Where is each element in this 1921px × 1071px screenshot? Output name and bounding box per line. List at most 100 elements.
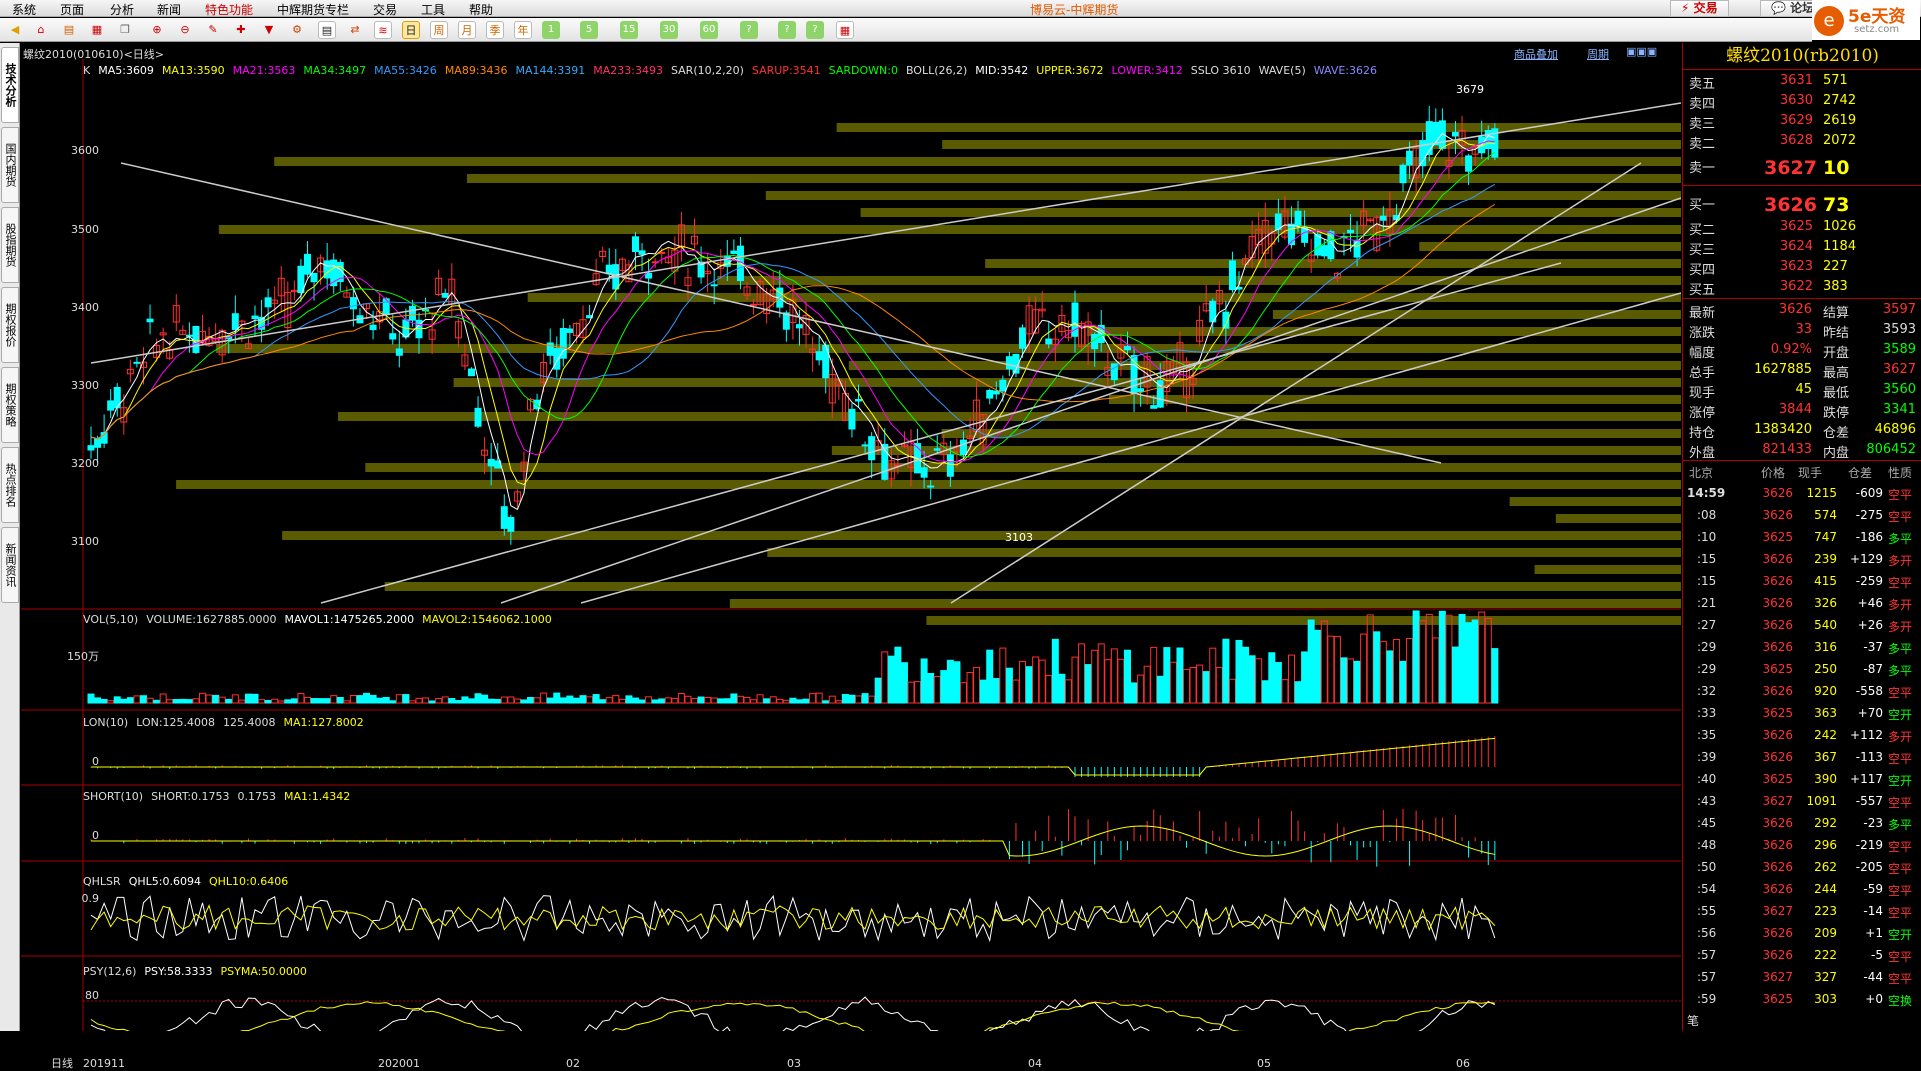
period-15min-button[interactable]: 15 [620, 21, 638, 39]
formula-icon[interactable]: ▼ [260, 21, 278, 39]
legend-item: PSYMA:50.0000 [220, 965, 307, 978]
tick-row: :40 3625 390 +117 空开 [1697, 772, 1913, 788]
menu-system[interactable]: 系统 [12, 1, 36, 18]
tab-option-quotes[interactable]: 期权报价 [1, 287, 19, 363]
date-tick: 03 [787, 1057, 801, 1070]
back-icon[interactable]: ◀ [6, 21, 24, 39]
period-60min-button[interactable]: 60 [700, 21, 718, 39]
date-tick: 202001 [378, 1057, 420, 1070]
bid-row: 买四 3623 227 [1689, 259, 1848, 278]
tab-domestic-futures[interactable]: 国内期货 [1, 127, 19, 203]
tab-hot-ranking[interactable]: 热点排名 [1, 447, 19, 523]
list-icon[interactable]: ▤ [60, 21, 78, 39]
tick-row: :55 3627 223 -14 空平 [1697, 904, 1913, 920]
bottom-tab: 笔 [1687, 1014, 1700, 1028]
tick-row: :57 3626 222 -5 空平 [1697, 948, 1913, 964]
tick-chart-icon[interactable]: ≋ [374, 21, 392, 39]
ask-row: 卖二 3628 2072 [1689, 133, 1857, 152]
legend-item: MA1:127.8002 [283, 716, 364, 729]
date-tick: 201911 [83, 1057, 125, 1070]
swap-icon[interactable]: ⇄ [346, 21, 364, 39]
period-1min-button[interactable]: 1 [542, 21, 560, 39]
tick-row: :15 3626 415 -259 空平 [1697, 574, 1913, 590]
menu-broker-column[interactable]: 中辉期货专栏 [277, 1, 349, 18]
y-tick-3200: 3200 [71, 457, 99, 470]
legend-item: QHLSR [83, 875, 121, 888]
logo-subtext: setz.com [1854, 24, 1900, 35]
stat-row: 涨停 3844 跌停 3341 [1689, 402, 1916, 421]
date-tick: 04 [1028, 1057, 1042, 1070]
tick-row: 14:59 3626 1215 -609 空平 [1687, 486, 1913, 502]
date-axis-label: 日线 [51, 1057, 73, 1070]
legend-item: PSY:58.3333 [144, 965, 213, 978]
qhlsr-legend: QHLSR QHL5:0.6094 QHL10:0.6406 [83, 875, 296, 888]
tick-row: :59 3625 303 +0 空换 [1697, 992, 1913, 1008]
menu-analysis[interactable]: 分析 [110, 1, 134, 18]
y-tick-3100: 3100 [71, 535, 99, 548]
tick-row: :48 3626 296 -219 空平 [1697, 838, 1913, 854]
zoom-out-icon[interactable]: ⊖ [176, 21, 194, 39]
legend-item: MA1:1.4342 [284, 790, 351, 803]
period-custom-button[interactable]: ? [740, 21, 758, 39]
date-tick: 05 [1257, 1057, 1271, 1070]
trade-button[interactable]: ⚡ 交易 [1670, 0, 1729, 17]
grid-icon[interactable]: ▤ [318, 21, 336, 39]
legend-item: 125.4008 [223, 716, 276, 729]
tick-row: :57 3627 327 -44 空平 [1697, 970, 1913, 986]
volume-tick: 150万 [67, 650, 99, 663]
legend-item: SHORT(10) [83, 790, 144, 803]
chart-icon[interactable]: ▦ [88, 21, 106, 39]
y-tick-3300: 3300 [71, 379, 99, 392]
high-annotation: 3679 [1456, 83, 1484, 96]
menu-help[interactable]: 帮助 [469, 1, 493, 18]
season-period-button[interactable]: 季 [486, 21, 504, 39]
draw-icon[interactable]: ✎ [204, 21, 222, 39]
period-extra-button[interactable]: ? [806, 21, 824, 39]
menu-features[interactable]: 特色功能 [205, 1, 253, 18]
legend-item: 0.1753 [237, 790, 277, 803]
stat-row: 总手 1627885 最高 3627 [1689, 362, 1916, 381]
tick-row: :27 3626 540 +26 多开 [1697, 618, 1913, 634]
legend-item: QHL5:0.6094 [128, 875, 201, 888]
legend-item: PSY(12,6) [83, 965, 137, 978]
tab-technical-analysis[interactable]: 技术分析 [1, 47, 19, 123]
period-30min-button[interactable]: 30 [660, 21, 678, 39]
tab-news[interactable]: 新闻资讯 [1, 527, 19, 603]
toolbar: ◀ ⌂ ▤ ▦ ❐ ⊕ ⊖ ✎ ✚ ▼ ⚙ ▤ ⇄ ≋ 日 周 月 季 年 1 … [0, 18, 1812, 42]
volume-legend: VOL(5,10) VOLUME:1627885.0000 MAVOL1:14752… [83, 613, 560, 626]
year-period-button[interactable]: 年 [514, 21, 532, 39]
app-title: 博易云-中辉期货 [1030, 3, 1119, 17]
tick-row: :08 3626 574 -275 空平 [1697, 508, 1913, 524]
legend-item: MAVOL2:1546062.1000 [422, 613, 552, 626]
menu-tools[interactable]: 工具 [421, 1, 445, 18]
home-icon[interactable]: ⌂ [32, 21, 50, 39]
period-5min-button[interactable]: 5 [580, 21, 598, 39]
mark-icon[interactable]: ✚ [232, 21, 250, 39]
short-tick: 0 [92, 829, 99, 842]
tab-index-futures[interactable]: 股指期货 [1, 207, 19, 283]
legend-item: QHL10:0.6406 [208, 875, 289, 888]
tab-option-strategy[interactable]: 期权策略 [1, 367, 19, 443]
y-tick-3600: 3600 [71, 144, 99, 157]
low-annotation: 3103 [1005, 531, 1033, 544]
window-icon[interactable]: ❐ [116, 21, 134, 39]
tick-row: :56 3626 209 +1 空开 [1697, 926, 1913, 942]
kline-chart-area[interactable]: 螺纹2010(010610)<日线> 商品叠加 周期 ▣▣▣ K MA5:3609… [21, 43, 1681, 1070]
psy-tick: 80 [85, 989, 99, 1002]
date-tick: 06 [1456, 1057, 1470, 1070]
settings-icon[interactable]: ⚙ [288, 21, 306, 39]
month-period-button[interactable]: 月 [458, 21, 476, 39]
day-period-button[interactable]: 日 [402, 21, 420, 39]
menu-page[interactable]: 页面 [60, 1, 84, 18]
period-multi-button[interactable]: ? [778, 21, 796, 39]
zoom-in-icon[interactable]: ⊕ [148, 21, 166, 39]
tick-row: :45 3626 292 -23 多平 [1697, 816, 1913, 832]
site-logo: e 5e天资 setz.com [1812, 0, 1920, 40]
menu-news[interactable]: 新闻 [157, 1, 181, 18]
help-grid-icon[interactable]: ▦ [836, 21, 854, 39]
menu-trade[interactable]: 交易 [373, 1, 397, 18]
tick-row: :29 3625 250 -87 多平 [1697, 662, 1913, 678]
week-period-button[interactable]: 周 [430, 21, 448, 39]
side-tabs: 技术分析 国内期货 股指期货 期权报价 期权策略 热点排名 新闻资讯 [0, 43, 20, 1031]
qhlsr-tick: 0.9 [81, 892, 100, 905]
